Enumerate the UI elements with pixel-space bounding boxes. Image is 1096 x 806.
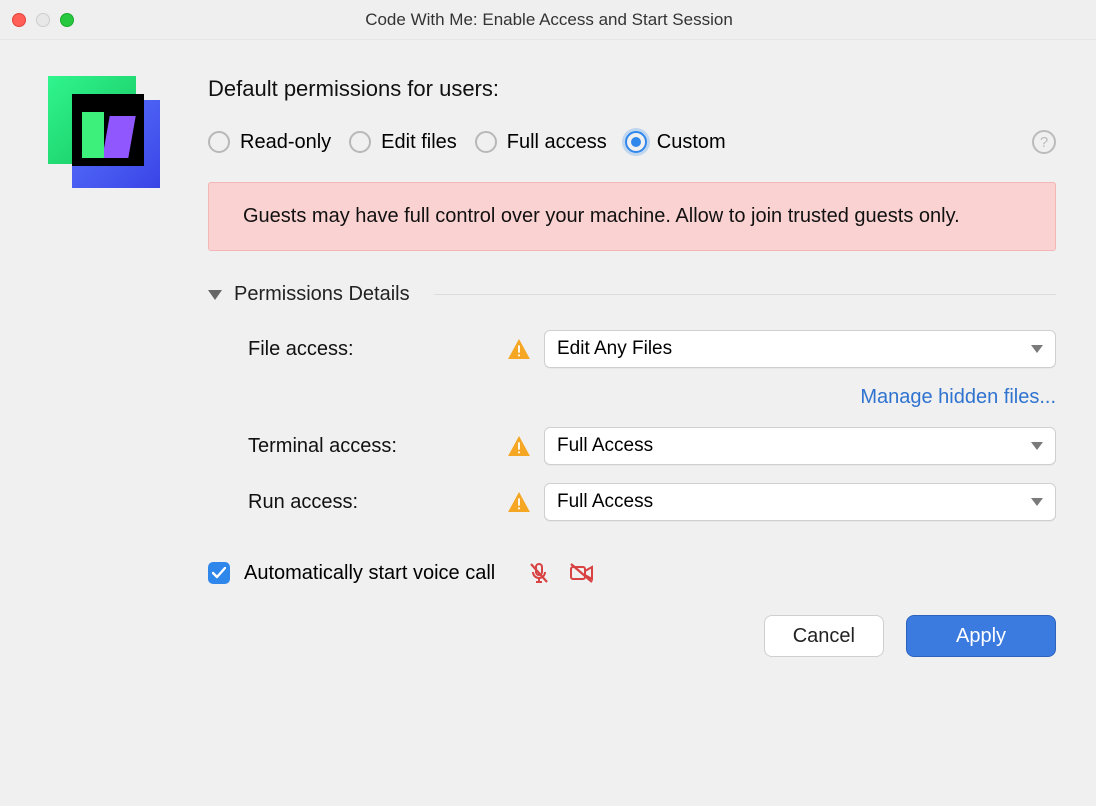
chevron-down-icon: [1031, 498, 1043, 506]
chevron-down-icon: [1031, 345, 1043, 353]
permission-preset-radiogroup: Read-only Edit files Full access Custom …: [208, 130, 1056, 154]
warning-banner: Guests may have full control over your m…: [208, 182, 1056, 251]
app-icon: [48, 76, 160, 188]
cancel-button[interactable]: Cancel: [764, 615, 884, 657]
radio-full-access[interactable]: Full access: [475, 131, 607, 154]
terminal-access-select[interactable]: Full Access: [544, 427, 1056, 465]
window-titlebar: Code With Me: Enable Access and Start Se…: [0, 0, 1096, 40]
camera-off-icon: [569, 561, 595, 585]
permissions-heading: Default permissions for users:: [208, 76, 1056, 102]
window-title: Code With Me: Enable Access and Start Se…: [14, 10, 1084, 30]
warning-icon: [508, 339, 544, 359]
voice-call-label: Automatically start voice call: [244, 562, 495, 585]
file-access-label: File access:: [248, 338, 508, 361]
radio-custom[interactable]: Custom: [625, 131, 726, 154]
file-access-row: File access: Edit Any Files: [248, 330, 1056, 368]
run-access-label: Run access:: [248, 491, 508, 514]
help-icon[interactable]: ?: [1032, 130, 1056, 154]
radio-readonly[interactable]: Read-only: [208, 131, 331, 154]
warning-icon: [508, 492, 544, 512]
voice-call-row: Automatically start voice call: [208, 561, 1056, 585]
run-access-row: Run access: Full Access: [248, 483, 1056, 521]
radio-edit-files[interactable]: Edit files: [349, 131, 457, 154]
disclosure-triangle-icon: [208, 290, 222, 300]
voice-call-checkbox[interactable]: [208, 562, 230, 584]
permissions-details-header[interactable]: Permissions Details: [208, 283, 1056, 306]
file-access-select[interactable]: Edit Any Files: [544, 330, 1056, 368]
terminal-access-label: Terminal access:: [248, 435, 508, 458]
mic-muted-icon: [527, 561, 551, 585]
chevron-down-icon: [1031, 442, 1043, 450]
terminal-access-row: Terminal access: Full Access: [248, 427, 1056, 465]
run-access-select[interactable]: Full Access: [544, 483, 1056, 521]
apply-button[interactable]: Apply: [906, 615, 1056, 657]
warning-icon: [508, 436, 544, 456]
manage-hidden-files-link[interactable]: Manage hidden files...: [860, 386, 1056, 409]
